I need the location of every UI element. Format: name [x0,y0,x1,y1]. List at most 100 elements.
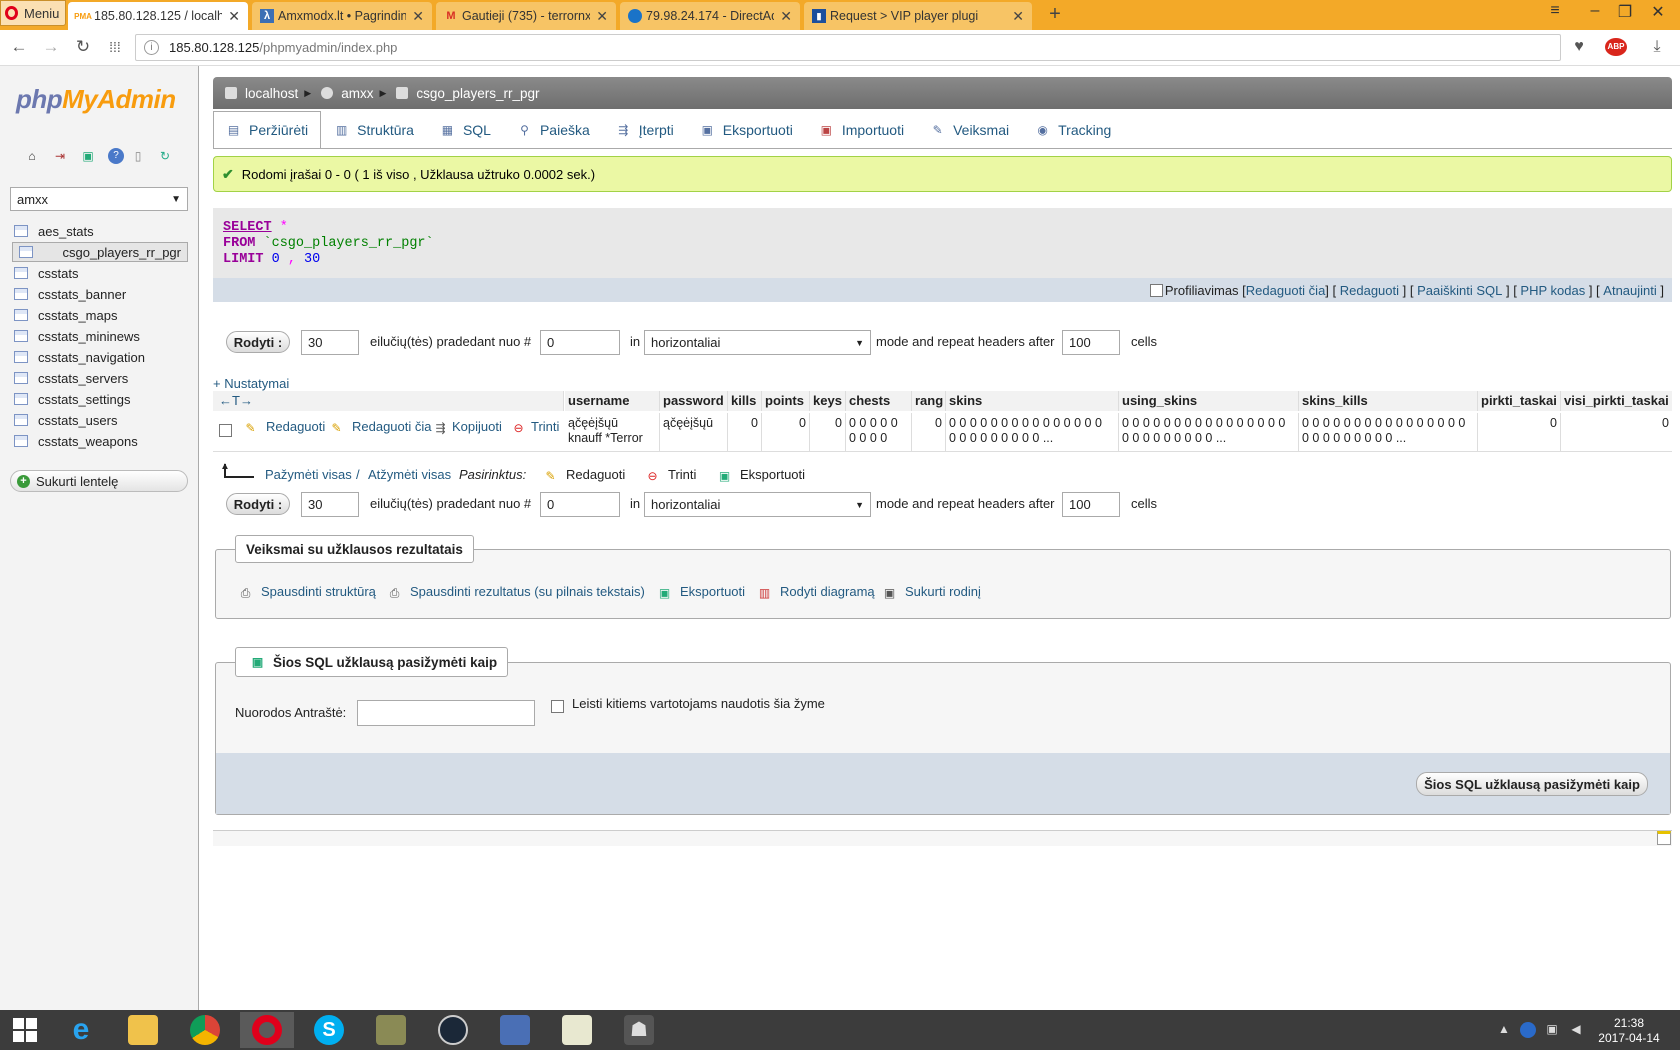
taskbar-steam-icon[interactable] [426,1012,480,1048]
column-header-kills[interactable]: kills [728,391,762,411]
column-header-keys[interactable]: keys [810,391,846,411]
sidebar-table-csstats-banner[interactable]: csstats_banner [12,284,188,304]
tray-volume-icon[interactable]: ◀ [1568,1022,1584,1038]
tab-operations[interactable]: ✎ Veiksmai [917,111,1022,148]
refresh-link[interactable]: Atnaujinti [1603,283,1656,298]
site-info-icon[interactable]: i [144,40,159,55]
sidebar-table-csstats-maps[interactable]: csstats_maps [12,305,188,325]
cell-pirkti-taskai[interactable]: 0 [1478,413,1561,451]
bulk-edit-button[interactable]: ✎ Redaguoti [543,467,625,483]
cell-chests[interactable]: 0 0 0 0 00 0 0 0 [846,413,912,451]
php-code-link[interactable]: PHP kodas [1520,283,1585,298]
row-inline-edit-link[interactable]: ✎ Redaguoti čia [329,419,431,435]
rows-input-top[interactable]: 30 [301,330,359,355]
bulk-delete-button[interactable]: ⊖ Trinti [645,467,696,483]
export-results-link[interactable]: ▣ Eksportuoti [657,584,745,600]
print-results-link[interactable]: ⎙ Spausdinti rezultatus (su pilnais tekst… [387,584,645,600]
column-header-username[interactable]: username [565,391,660,411]
cell-username[interactable]: ąčęėįšųū knauff *Terror [565,413,660,451]
column-header-visi-pirkti-taskai[interactable]: visi_pirkti_taskai [1561,391,1672,411]
browser-tab-amxmodx[interactable]: λ Amxmodx.lt • Pagrindinis ✕ [252,2,432,30]
phpmyadmin-logo[interactable]: phpMyAdmin [16,84,176,115]
tab-import[interactable]: ▣ Importuoti [806,111,917,148]
cell-skins[interactable]: 0 0 0 0 0 0 0 0 0 0 0 0 0 0 00 0 0 0 0 0… [946,413,1119,451]
explain-sql-link[interactable]: Paaiškinti SQL [1417,283,1502,298]
tab-search[interactable]: ⚲ Paieška [504,111,603,148]
taskbar-notepad-icon[interactable] [550,1012,604,1048]
breadcrumb-server[interactable]: localhost [245,86,298,101]
column-header-skins[interactable]: skins [946,391,1119,411]
taskbar-lock-folder-icon[interactable] [364,1012,418,1048]
sidebar-table-csstats-users[interactable]: csstats_users [12,410,188,430]
sidebar-table-csgo-players[interactable]: csgo_players_rr_pgr [12,242,188,262]
column-header-skins-kills[interactable]: skins_kills [1299,391,1478,411]
restore-icon[interactable]: ❐ [1610,2,1640,22]
inline-edit-link[interactable]: Redaguoti čia [1246,283,1326,298]
tray-network-icon[interactable]: ▣ [1544,1022,1560,1038]
taskbar-clock[interactable]: 21:38 2017-04-14 [1596,1016,1662,1046]
row-edit-link[interactable]: ✎ Redaguoti [243,419,325,435]
taskbar-skype-icon[interactable]: S [302,1012,356,1048]
sidebar-table-csstats-weapons[interactable]: csstats_weapons [12,431,188,451]
url-input[interactable]: i 185.80.128.125/phpmyadmin/index.php [135,34,1561,61]
bookmark-submit-button[interactable]: Šios SQL užklausą pasižymėti kaip [1416,772,1648,796]
database-select[interactable]: amxx ▼ [10,187,188,211]
column-header-points[interactable]: points [762,391,810,411]
opera-menu-button[interactable]: Meniu [0,0,66,26]
edit-link[interactable]: Redaguoti [1340,283,1399,298]
sidebar-table-csstats-settings[interactable]: csstats_settings [12,389,188,409]
reload-icon[interactable]: ↻ [72,36,94,58]
forward-icon[interactable]: → [40,36,62,58]
taskbar-ie-icon[interactable]: e [54,1012,108,1048]
sidebar-table-csstats-servers[interactable]: csstats_servers [12,368,188,388]
tab-sql[interactable]: ▦ SQL [427,111,504,148]
breadcrumb-database[interactable]: amxx [341,86,373,101]
rows-input-bottom[interactable]: 30 [301,492,359,517]
show-button-bottom[interactable]: Rodyti : [226,493,290,515]
tab-export[interactable]: ▣ Eksportuoti [687,111,806,148]
speed-dial-icon[interactable]: ⁞⁞⁞ [104,36,126,58]
tab-insert[interactable]: ⇶ Įterpti [603,111,687,148]
cell-visi-pirkti-taskai[interactable]: 0 [1561,413,1672,451]
sidebar-table-csstats-navigation[interactable]: csstats_navigation [12,347,188,367]
start-button[interactable] [0,1012,50,1048]
docs-icon[interactable]: ▯ [130,148,146,164]
sidebar-table-csstats[interactable]: csstats [12,263,188,283]
options-toggle[interactable]: + Nustatymai [213,376,289,391]
mode-select-top[interactable]: horizontaliai ▼ [644,330,871,355]
cell-password[interactable]: ąčęėįšųū [660,413,728,451]
breadcrumb-table[interactable]: csgo_players_rr_pgr [416,86,539,101]
column-header-chests[interactable]: chests [846,391,912,411]
new-table-button[interactable]: + Sukurti lentelę [10,470,188,492]
bookmark-shared-checkbox[interactable] [551,698,564,714]
cell-rang[interactable]: 0 [912,413,946,451]
adblock-icon[interactable]: ABP [1605,38,1627,56]
tab-menu-icon[interactable]: ≡ [1540,2,1570,20]
cell-kills[interactable]: 0 [728,413,762,451]
logout-icon[interactable]: ⇥ [52,148,68,164]
refresh-nav-icon[interactable]: ↻ [157,148,173,164]
check-all-link[interactable]: Pažymėti visas [265,467,352,482]
row-copy-link[interactable]: ⇶ Kopijuoti [433,419,501,435]
help-icon[interactable]: ? [108,148,124,164]
cell-skins-kills[interactable]: 0 0 0 0 0 0 0 0 0 0 0 0 0 0 0 00 0 0 0 0… [1299,413,1478,451]
heart-icon[interactable]: ♥ [1567,36,1591,58]
print-structure-link[interactable]: ⎙ Spausdinti struktūrą [238,584,376,600]
minimize-icon[interactable]: – [1580,2,1610,20]
taskbar-counterstrike-icon[interactable]: ☗ [612,1012,666,1048]
tray-app-icon[interactable] [1520,1022,1536,1038]
close-tab-icon[interactable]: ✕ [1012,8,1024,25]
uncheck-all-link[interactable]: Atžymėti visas [368,467,451,482]
console-toggle-icon[interactable] [1657,831,1671,845]
display-chart-link[interactable]: ▥ Rodyti diagramą [757,584,875,600]
column-header-using-skins[interactable]: using_skins [1119,391,1299,411]
mode-select-bottom[interactable]: horizontaliai ▼ [644,492,871,517]
sidebar-table-aes-stats[interactable]: aes_stats [12,221,188,241]
column-header-password[interactable]: password [660,391,728,411]
close-tab-icon[interactable]: ✕ [596,8,608,25]
new-tab-button[interactable]: + [1043,3,1067,27]
tab-browse[interactable]: ▤ Peržiūrėti [213,111,322,148]
start-input-top[interactable]: 0 [540,330,620,355]
tray-chevron-icon[interactable]: ▲ [1496,1022,1512,1038]
browser-tab-phpmyadmin[interactable]: PMA 185.80.128.125 / localhost ✕ [68,2,248,30]
